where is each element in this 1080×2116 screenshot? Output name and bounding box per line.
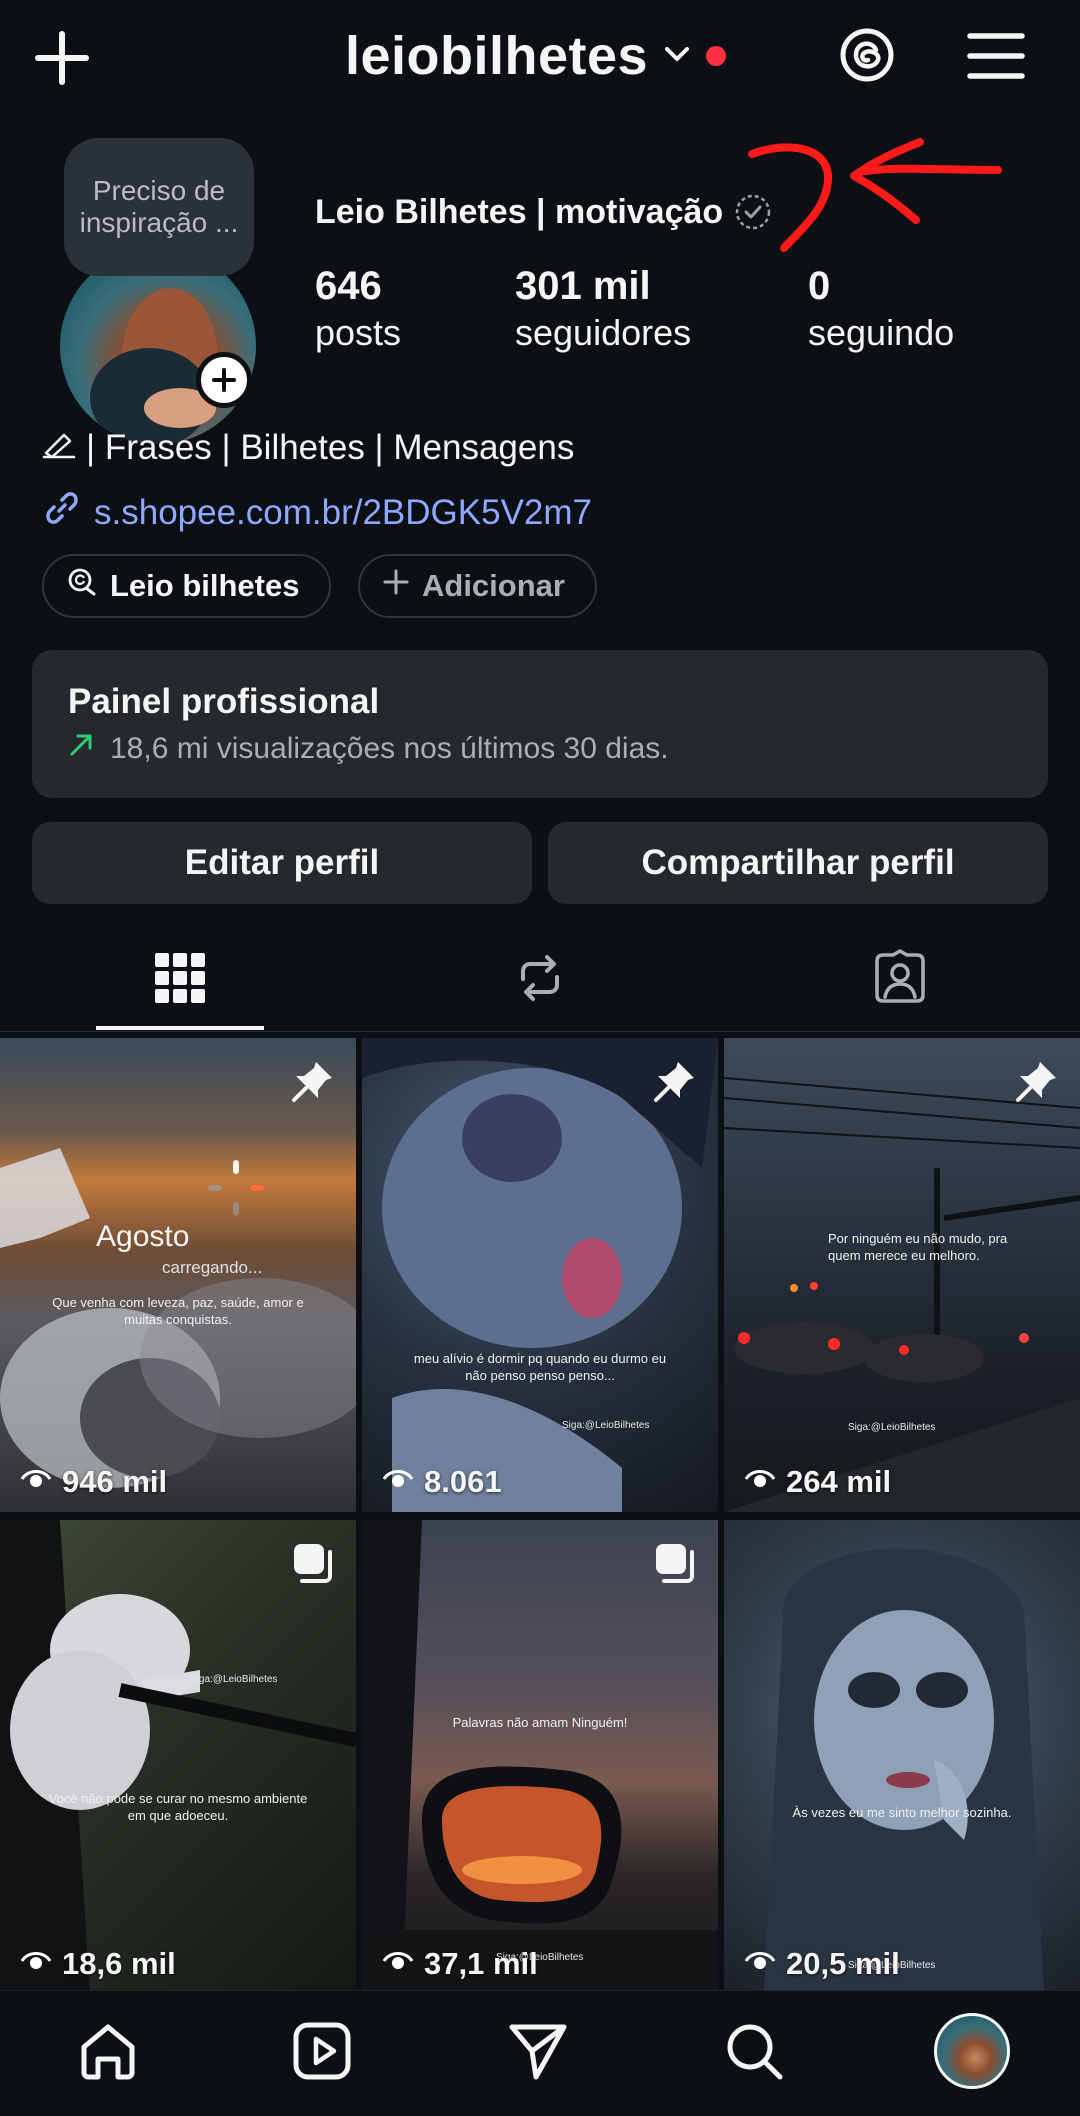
dashboard-subtitle-row: 18,6 mi visualizações nos últimos 30 dia… <box>68 732 1012 766</box>
view-count: 18,6 mil <box>20 1946 176 1982</box>
stat-following-value: 0 <box>808 264 831 308</box>
post-credit: Siga:@LeioBilhetes <box>190 1674 278 1685</box>
post-thumbnail[interactable]: Às vezes eu me sinto melhor sozinha. Sig… <box>724 1520 1080 1994</box>
direct-message-icon[interactable] <box>500 2013 576 2089</box>
carousel-icon <box>652 1540 698 1586</box>
active-tab-indicator <box>96 1026 264 1030</box>
link-text: s.shopee.com.br/2BDGK5V2m7 <box>94 492 593 532</box>
profile-tab[interactable] <box>934 2013 1010 2089</box>
tab-tagged[interactable] <box>720 930 1080 1030</box>
plus-icon <box>382 568 410 604</box>
red-arrow-annotation <box>740 130 1010 260</box>
display-name: Leio Bilhetes | motivação <box>315 192 773 232</box>
post-thumbnail[interactable]: Agosto carregando... Que venha com levez… <box>0 1038 356 1512</box>
edit-profile-button[interactable]: Editar perfil <box>32 822 532 904</box>
stat-posts-label: posts <box>315 312 402 353</box>
stat-following[interactable]: 0 seguindo <box>808 262 954 356</box>
view-count: 8.061 <box>382 1464 502 1500</box>
profile-avatar-area: Preciso de inspiração ... <box>58 138 258 444</box>
display-name-text: Leio Bilhetes | motivação <box>315 192 724 231</box>
stat-following-label: seguindo <box>808 312 955 353</box>
view-count: 946 mil <box>20 1464 167 1500</box>
carousel-icon <box>290 1540 336 1586</box>
post-credit: Siga:@LeioBilhetes <box>562 1420 650 1431</box>
pin-icon <box>652 1058 698 1104</box>
repost-icon <box>513 951 567 1010</box>
bio: | Frases | Bilhetes | Mensagens <box>42 428 574 468</box>
view-count: 37,1 mil <box>382 1946 538 1982</box>
pin-icon <box>290 1058 336 1104</box>
post-subtitle: carregando... <box>162 1258 263 1277</box>
post-caption: meu alívio é dormir pq quando eu durmo e… <box>413 1351 667 1383</box>
threads-icon[interactable] <box>836 24 898 86</box>
note-text: Preciso de inspiração ... <box>79 175 239 238</box>
profile-avatar-icon <box>934 2013 1010 2089</box>
eye-icon <box>20 1464 52 1500</box>
eye-icon <box>382 1946 414 1982</box>
link-icon <box>42 488 82 537</box>
tagged-person-icon <box>871 948 929 1012</box>
view-count-text: 946 mil <box>62 1464 168 1499</box>
stat-posts[interactable]: 646 posts <box>315 262 401 356</box>
profile-link[interactable]: s.shopee.com.br/2BDGK5V2m7 <box>42 488 592 537</box>
username: leiobilhetes <box>345 26 649 86</box>
trending-up-icon <box>68 732 94 766</box>
threads-pill-label: Leio bilhetes <box>110 568 300 603</box>
account-switcher[interactable]: leiobilhetes <box>345 18 727 94</box>
create-plus-icon[interactable] <box>32 28 92 88</box>
tab-posts-grid[interactable] <box>0 930 360 1030</box>
view-count-text: 37,1 mil <box>424 1946 538 1981</box>
dashboard-subtitle: 18,6 mi visualizações nos últimos 30 dia… <box>110 732 669 765</box>
eye-icon <box>20 1946 52 1982</box>
add-pill-label: Adicionar <box>422 568 565 603</box>
pin-icon <box>1014 1058 1060 1104</box>
post-caption: Por ninguém eu não mudo, pra quem merece… <box>828 1231 1008 1263</box>
view-count: 20,5 mil <box>744 1946 900 1982</box>
top-bar: leiobilhetes <box>0 0 1080 110</box>
post-caption: Que venha com leveza, paz, saúde, amor e… <box>52 1295 304 1327</box>
post-thumbnail[interactable]: Palavras não amam Ninguém! Siga:@LeioBil… <box>362 1520 718 1994</box>
post-caption: Às vezes eu me sinto melhor sozinha. <box>792 1805 1012 1820</box>
post-caption: Palavras não amam Ninguém! <box>452 1715 628 1730</box>
stat-followers-label: seguidores <box>515 312 692 353</box>
post-thumbnail[interactable]: Por ninguém eu não mudo, pra quem merece… <box>724 1038 1080 1512</box>
bio-text: | Frases | Bilhetes | Mensagens <box>86 428 575 467</box>
tab-reposts[interactable] <box>360 930 720 1030</box>
stat-followers[interactable]: 301 mil seguidores <box>515 262 691 356</box>
share-profile-button[interactable]: Compartilhar perfil <box>548 822 1048 904</box>
search-icon[interactable] <box>716 2013 792 2089</box>
stat-followers-value: 301 mil <box>515 264 651 308</box>
tab-divider <box>0 1031 1080 1032</box>
avatar[interactable] <box>60 248 256 444</box>
notification-dot <box>706 46 727 66</box>
post-caption: Você não pode se curar no mesmo ambiente… <box>48 1791 308 1823</box>
chevron-down-icon <box>662 39 692 74</box>
eye-icon <box>744 1946 776 1982</box>
reels-icon[interactable] <box>284 2013 360 2089</box>
eye-icon <box>382 1464 414 1500</box>
view-count-text: 18,6 mil <box>62 1946 176 1981</box>
eye-icon <box>744 1464 776 1500</box>
note-bubble[interactable]: Preciso de inspiração ... <box>64 138 254 276</box>
home-icon[interactable] <box>70 2013 146 2089</box>
writing-hand-icon <box>42 428 76 468</box>
grid-icon <box>153 951 207 1010</box>
add-pill[interactable]: Adicionar <box>358 554 597 618</box>
add-story-icon[interactable] <box>196 352 252 408</box>
threads-small-icon <box>66 566 98 606</box>
view-count-text: 20,5 mil <box>786 1946 900 1981</box>
threads-profile-pill[interactable]: Leio bilhetes <box>42 554 332 618</box>
view-count: 264 mil <box>744 1464 891 1500</box>
dashboard-title: Painel profissional <box>68 682 380 721</box>
post-thumbnail[interactable]: Siga:@LeioBilhetes Você não pode se cura… <box>0 1520 356 1994</box>
post-title: Agosto <box>96 1220 190 1253</box>
view-count-text: 264 mil <box>786 1464 892 1499</box>
bottom-nav <box>0 1990 1080 2116</box>
view-count-text: 8.061 <box>424 1464 502 1499</box>
professional-dashboard[interactable]: Painel profissional 18,6 mi visualizaçõe… <box>32 650 1048 798</box>
menu-icon[interactable] <box>966 28 1026 84</box>
stat-posts-value: 646 <box>315 264 382 308</box>
post-credit: Siga:@LeioBilhetes <box>848 1422 936 1433</box>
post-thumbnail[interactable]: meu alívio é dormir pq quando eu durmo e… <box>362 1038 718 1512</box>
